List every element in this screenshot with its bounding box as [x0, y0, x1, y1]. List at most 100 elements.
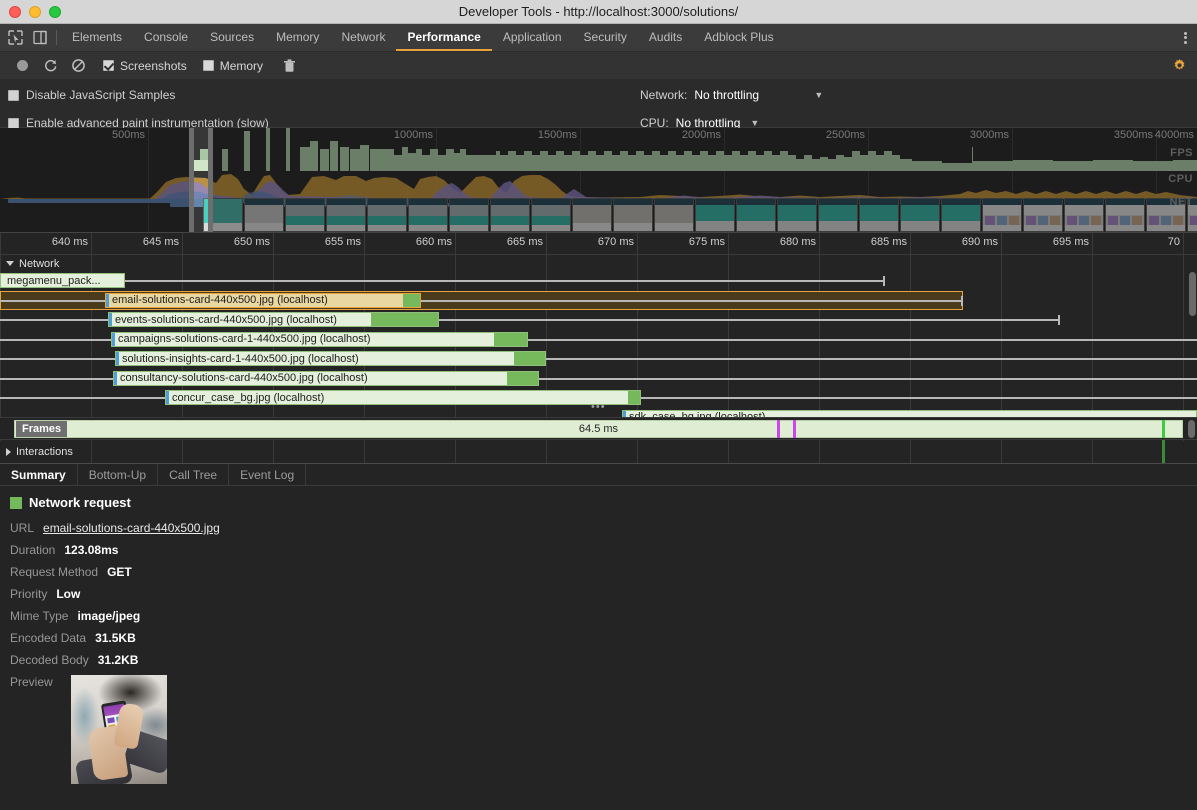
tab-adblock-plus[interactable]: Adblock Plus [693, 24, 784, 51]
network-request-end-cap [1058, 315, 1060, 325]
network-request-bar[interactable]: solutions-insights-card-1-440x500.jpg (l… [115, 351, 546, 366]
network-request-row[interactable]: solutions-insights-card-1-440x500.jpg (l… [0, 350, 1197, 368]
inspect-cursor-icon[interactable] [8, 30, 23, 45]
request-send-segment [106, 294, 109, 307]
network-request-end-cap [883, 276, 885, 286]
timeline-detail[interactable]: 635 ms640 ms645 ms650 ms655 ms660 ms665 … [0, 233, 1197, 463]
disable-js-samples-checkbox-box[interactable] [8, 90, 19, 101]
network-request-row[interactable]: events-solutions-card-440x500.jpg (local… [0, 311, 1197, 329]
timeline-tick-label: 680 ms [780, 236, 816, 248]
group-header-interactions-label: Interactions [16, 446, 73, 458]
screenshots-checkbox-box[interactable] [103, 60, 114, 71]
timeline-tick-label: 645 ms [143, 236, 179, 248]
clear-recording-icon[interactable] [64, 54, 92, 78]
network-request-row[interactable]: consultancy-solutions-card-440x500.jpg (… [0, 370, 1197, 388]
tab-bottom-up[interactable]: Bottom-Up [78, 464, 158, 485]
request-send-segment [166, 391, 169, 404]
network-vertical-scrollbar[interactable] [1189, 272, 1196, 316]
frames-track[interactable]: 64.5 ms Frames [0, 417, 1197, 439]
network-request-bar[interactable]: consultancy-solutions-card-440x500.jpg (… [113, 371, 539, 386]
summary-value-url[interactable]: email-solutions-card-440x500.jpg [43, 521, 220, 535]
advanced-paint-checkbox-box[interactable] [8, 118, 19, 129]
network-throttling-label: Network: [640, 88, 687, 102]
summary-value-priority: Low [56, 587, 80, 601]
memory-checkbox-box[interactable] [203, 60, 214, 71]
timeline-tick-label: 655 ms [325, 236, 361, 248]
request-receive-segment [494, 333, 527, 346]
timeline-tick-label: 695 ms [1053, 236, 1089, 248]
tab-application[interactable]: Application [492, 24, 573, 51]
request-receive-segment [371, 313, 438, 326]
network-request-end-cap [961, 296, 963, 306]
network-request-row[interactable]: campaigns-solutions-card-1-440x500.jpg (… [0, 331, 1197, 349]
gear-icon[interactable] [1172, 58, 1197, 73]
frame-band[interactable]: 64.5 ms [14, 420, 1183, 438]
tab-elements[interactable]: Elements [61, 24, 133, 51]
summary-title: Network request [29, 495, 131, 510]
record-circle-icon[interactable] [8, 54, 36, 78]
frames-chip[interactable]: Frames [16, 421, 67, 437]
device-toolbar-icon[interactable] [33, 30, 48, 45]
window-title-bar: Developer Tools - http://localhost:3000/… [0, 0, 1197, 24]
more-options-icon[interactable] [1174, 24, 1197, 51]
memory-checkbox[interactable]: Memory [203, 59, 263, 73]
tab-summary[interactable]: Summary [0, 464, 78, 485]
screenshots-checkbox[interactable]: Screenshots [103, 59, 187, 73]
tab-audits[interactable]: Audits [638, 24, 693, 51]
disable-js-samples-checkbox[interactable]: Disable JavaScript Samples [8, 85, 269, 105]
group-header-network[interactable]: Network [0, 255, 1197, 272]
tab-event-log[interactable]: Event Log [229, 464, 306, 485]
network-request-bar[interactable]: campaigns-solutions-card-1-440x500.jpg (… [111, 332, 528, 347]
network-request-row[interactable]: email-solutions-card-440x500.jpg (localh… [0, 292, 1197, 310]
timeline-overview[interactable]: 500ms1000ms1500ms2000ms2500ms3000ms3500m… [0, 128, 1197, 233]
tab-network[interactable]: Network [330, 24, 396, 51]
request-receive-segment [507, 372, 538, 385]
tab-security[interactable]: Security [573, 24, 638, 51]
network-request-bar[interactable]: concur_case_bg.jpg (localhost) [165, 390, 641, 405]
toolbar-divider [56, 30, 57, 45]
cpu-throttling-chevron-down-icon[interactable]: ▼ [750, 118, 759, 128]
summary-key-decoded-body: Decoded Body [10, 653, 89, 667]
summary-row-url: URL email-solutions-card-440x500.jpg [10, 521, 1197, 535]
summary-key-preview: Preview [10, 675, 53, 689]
network-request-bar[interactable]: megamenu_pack... [0, 273, 125, 288]
network-request-row[interactable]: megamenu_pack... [0, 272, 1197, 290]
network-throttling-chevron-down-icon[interactable]: ▼ [814, 90, 823, 100]
summary-panel: Network request URL email-solutions-card… [0, 486, 1197, 784]
network-overflow-indicator[interactable]: ••• [591, 401, 606, 413]
request-receive-segment [403, 294, 420, 307]
network-request-color-swatch [10, 497, 22, 509]
timeline-vertical-scrollbar[interactable] [1188, 420, 1195, 438]
tab-console[interactable]: Console [133, 24, 199, 51]
network-request-bar[interactable]: email-solutions-card-440x500.jpg (localh… [105, 293, 421, 308]
network-track[interactable]: megamenu_pack... email-solutions-card-440… [0, 272, 1197, 417]
summary-key-request-method: Request Method [10, 565, 98, 579]
summary-title-row: Network request [10, 495, 1197, 510]
chevron-down-icon[interactable] [6, 261, 14, 266]
overview-selection-window[interactable] [189, 128, 213, 232]
summary-key-duration: Duration [10, 543, 55, 557]
network-request-line [0, 280, 885, 282]
network-request-bar[interactable]: events-solutions-card-440x500.jpg (local… [108, 312, 439, 327]
network-throttling-row: Network: No throttling ▼ [640, 85, 823, 105]
trash-icon[interactable] [275, 54, 303, 78]
request-send-segment [109, 313, 112, 326]
timeline-ruler: 635 ms640 ms645 ms650 ms655 ms660 ms665 … [0, 233, 1197, 255]
network-throttling-value[interactable]: No throttling [694, 88, 804, 102]
summary-row-encoded-data: Encoded Data 31.5KB [10, 631, 1197, 645]
memory-checkbox-label: Memory [220, 59, 263, 73]
timeline-tick-label: 675 ms [689, 236, 725, 248]
overview-dim-right [213, 128, 1197, 232]
frame-marker [777, 420, 780, 438]
group-header-interactions[interactable]: Interactions [0, 439, 1197, 463]
chevron-right-icon[interactable] [6, 448, 11, 456]
tab-sources[interactable]: Sources [199, 24, 265, 51]
disable-js-samples-label: Disable JavaScript Samples [26, 88, 175, 102]
reload-record-icon[interactable] [36, 54, 64, 78]
timeline-tick-label: 685 ms [871, 236, 907, 248]
tab-memory[interactable]: Memory [265, 24, 330, 51]
frame-duration-label: 64.5 ms [579, 423, 618, 435]
tab-call-tree[interactable]: Call Tree [158, 464, 229, 485]
request-receive-segment [514, 352, 545, 365]
tab-performance[interactable]: Performance [396, 24, 491, 51]
